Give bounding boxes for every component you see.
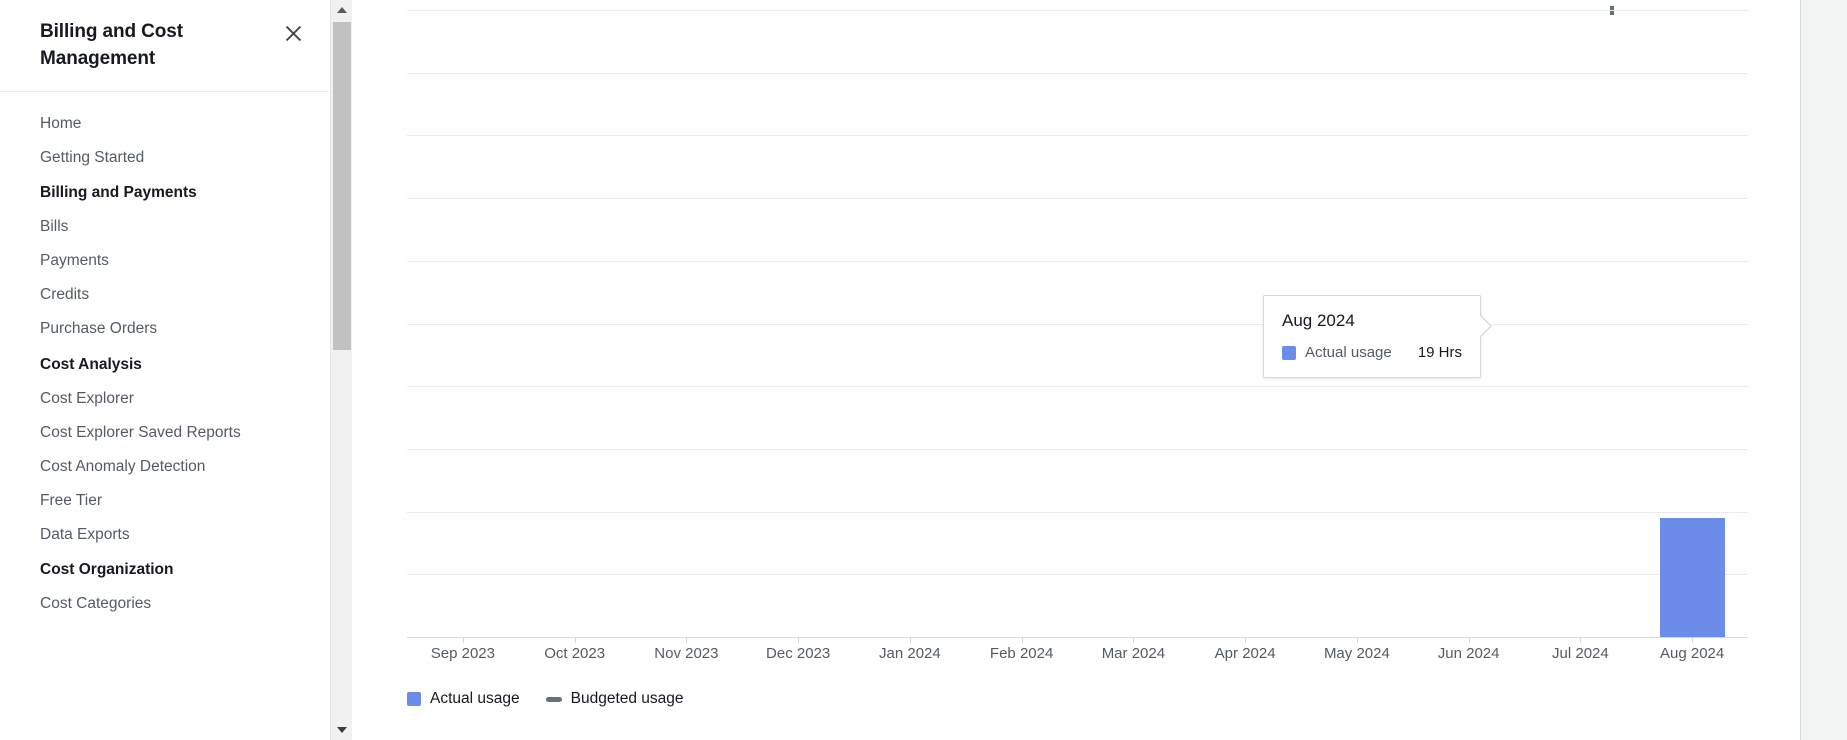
x-axis-tick-label: Feb 2024 [989, 645, 1054, 662]
chart-plot-area: 0102030405060708090100 [407, 10, 1748, 643]
sidebar-heading-billing-and-payments: Billing and Payments [40, 184, 197, 201]
sidebar-nav-list: Home Getting Started Billing and Payment… [0, 92, 330, 621]
x-axis-tick [1692, 637, 1694, 643]
x-axis-tick-label: May 2024 [1323, 645, 1390, 662]
x-axis-tick-label: Nov 2023 [654, 645, 719, 662]
x-axis-tick-label: Mar 2024 [1101, 645, 1166, 662]
sidebar-heading-cost-organization: Cost Organization [40, 561, 174, 578]
chevron-up-icon [337, 7, 347, 13]
x-axis-tick [798, 637, 800, 643]
sidebar-item-home[interactable]: Home [0, 106, 330, 140]
gridline [407, 135, 1748, 137]
tooltip-series: Actual usage [1282, 344, 1392, 361]
gridline [407, 386, 1748, 388]
legend-square-icon [407, 692, 421, 706]
legend-label-budgeted-usage: Budgeted usage [570, 690, 684, 707]
scrollbar-up-button[interactable] [331, 0, 353, 20]
tooltip-series-label: Actual usage [1305, 344, 1392, 361]
chart-main-content: 0102030405060708090100 Aug 2024 Actual u… [348, 0, 1847, 740]
sidebar-item-bills[interactable]: Bills [0, 210, 330, 244]
sidebar-header: Billing and Cost Management [0, 0, 330, 92]
tooltip-color-swatch-icon [1282, 345, 1296, 360]
scrollbar-down-button[interactable] [331, 720, 353, 740]
sidebar-heading-cost-analysis: Cost Analysis [40, 355, 142, 373]
x-axis-tick [1245, 637, 1247, 643]
close-sidebar-button[interactable] [280, 20, 306, 46]
tooltip-title: Aug 2024 [1282, 311, 1355, 330]
sidebar-item-data-exports[interactable]: Data Exports [0, 517, 330, 551]
x-axis-tick-label: Aug 2024 [1660, 645, 1725, 662]
x-axis-tick [462, 637, 464, 643]
navigation-sidebar: Billing and Cost Management Home Getting… [0, 0, 330, 740]
gridline [407, 574, 1748, 576]
x-axis-tick-label: Dec 2023 [766, 645, 831, 662]
gridline [407, 260, 1748, 262]
x-axis-tick [686, 637, 688, 643]
tooltip-row: Actual usage 19 Hrs [1282, 344, 1462, 361]
x-axis-tick-label: Jan 2024 [879, 645, 941, 662]
sidebar-item-purchase-orders[interactable]: Purchase Orders [0, 312, 330, 346]
gridline [407, 448, 1748, 450]
close-icon [285, 25, 301, 41]
chevron-down-icon [337, 727, 347, 733]
legend-dash-icon [545, 696, 562, 702]
sidebar-item-getting-started[interactable]: Getting Started [0, 140, 330, 174]
tooltip-arrow-fill [1478, 314, 1490, 338]
x-axis-tick [1021, 637, 1023, 643]
tooltip-value: 19 Hrs [1417, 344, 1462, 361]
x-axis-tick [1133, 637, 1135, 643]
sidebar-item-payments[interactable]: Payments [0, 244, 330, 278]
page-title: Billing and Cost Management [40, 21, 184, 69]
x-axis-tick-label: Jul 2024 [1552, 645, 1609, 662]
gridline [407, 323, 1748, 325]
legend-label-actual-usage: Actual usage [430, 690, 520, 707]
x-axis-tick-label: Jun 2024 [1437, 645, 1500, 662]
x-axis-tick [1356, 637, 1358, 643]
billing-cost-management-page: Billing and Cost Management Home Getting… [0, 0, 1847, 740]
sidebar-item-cost-anomaly-detection[interactable]: Cost Anomaly Detection [0, 449, 330, 483]
sidebar-item-credits[interactable]: Credits [0, 278, 330, 312]
x-axis-tick-label: Sep 2023 [430, 645, 495, 662]
x-axis-tick-label: Apr 2024 [1214, 645, 1276, 662]
sidebar-item-cost-explorer-saved-reports[interactable]: Cost Explorer Saved Reports [0, 415, 330, 449]
sidebar-item-free-tier[interactable]: Free Tier [0, 483, 330, 517]
gridline [407, 10, 1748, 11]
gridline [407, 637, 1748, 638]
sidebar-scrollbar[interactable] [330, 0, 352, 740]
chart-tooltip: Aug 2024 Actual usage 19 Hrs [1263, 295, 1492, 378]
free-tier-usage-chart: 0102030405060708090100 Aug 2024 Actual u… [348, 0, 1797, 740]
legend-item-actual-usage[interactable]: Actual usage [407, 690, 520, 708]
x-axis-tick-label: Oct 2023 [544, 645, 606, 662]
right-gutter-panel [1800, 0, 1847, 740]
sidebar-item-cost-explorer[interactable]: Cost Explorer [0, 381, 330, 415]
x-axis-tick [1580, 637, 1582, 643]
gridline [407, 198, 1748, 200]
chart-bar[interactable] [1659, 517, 1725, 637]
x-axis-tick [1468, 637, 1470, 643]
x-axis-tick [909, 637, 911, 643]
gridline [407, 511, 1748, 513]
chart-legend: Actual usage Budgeted usage [407, 690, 684, 708]
sidebar-item-cost-categories[interactable]: Cost Categories [0, 587, 330, 621]
legend-item-budgeted-usage[interactable]: Budgeted usage [545, 690, 684, 708]
gridline [407, 72, 1748, 74]
x-axis-tick [574, 637, 576, 643]
scrollbar-thumb[interactable] [333, 22, 351, 350]
